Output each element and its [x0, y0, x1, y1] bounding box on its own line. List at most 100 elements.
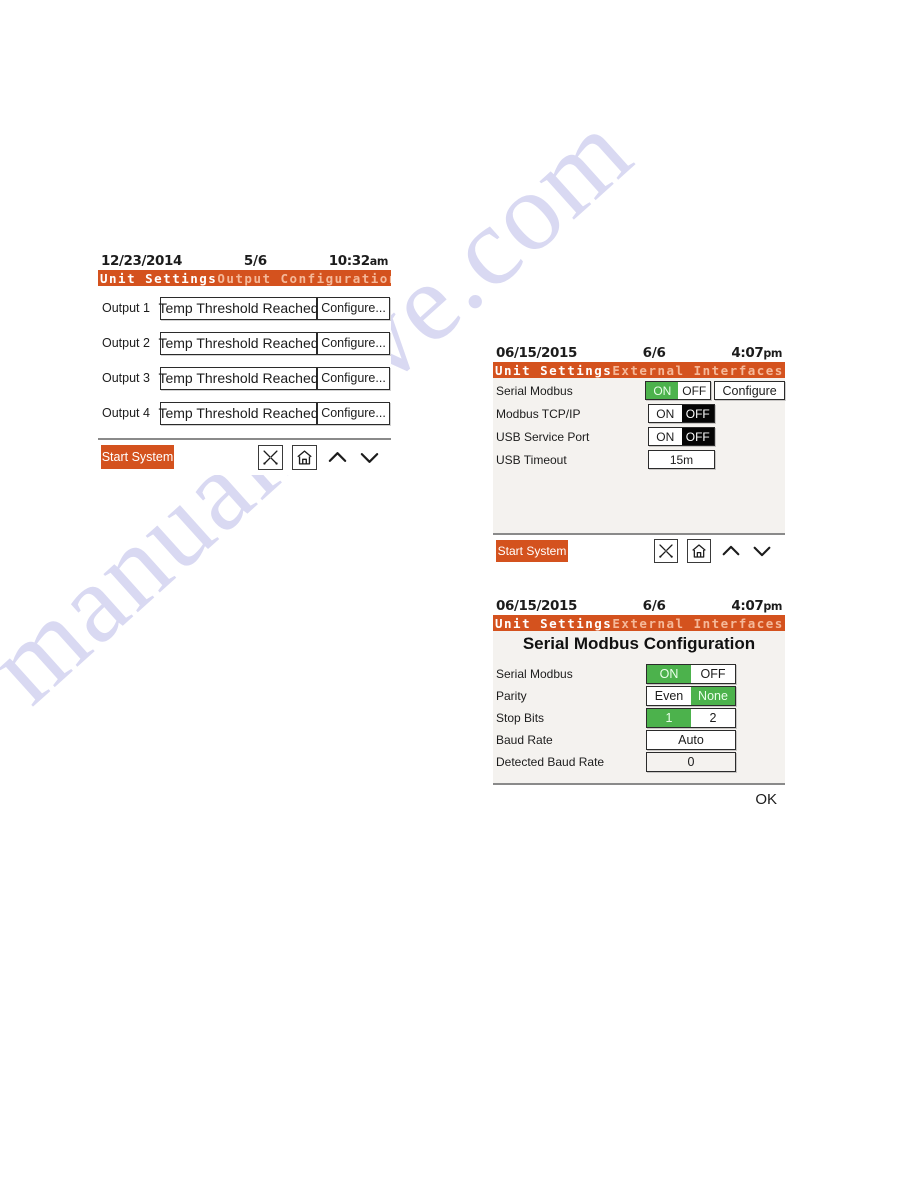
footer-divider — [493, 783, 785, 785]
detected-baud-rate-value: 0 — [646, 751, 736, 772]
title-menu-name: Unit Settings — [495, 615, 613, 631]
status-date: 12/23/2014 — [101, 253, 183, 269]
status-date: 06/15/2015 — [496, 598, 578, 614]
screen-serial-modbus-configuration: 06/15/2015 6/6 4:07pm Unit Settings Exte… — [493, 598, 785, 810]
status-bar: 12/23/2014 5/6 10:32am — [98, 253, 391, 270]
table-row: Parity Even None — [493, 685, 785, 706]
output-3-configure-button[interactable]: Configure... — [317, 366, 390, 390]
title-menu-name: Unit Settings — [495, 362, 613, 378]
screen-content: Serial Modbus ON OFF Configure Modbus TC… — [493, 378, 786, 533]
table-row: Modbus TCP/IP ON OFF — [493, 403, 785, 424]
table-row: USB Service Port ON OFF — [493, 426, 785, 447]
modbus-tcpip-on-option[interactable]: ON — [649, 405, 682, 422]
serial-modbus-toggle[interactable]: ON OFF — [646, 663, 736, 684]
status-bar: 06/15/2015 6/6 4:07pm — [493, 345, 785, 362]
status-time: 10:32am — [328, 253, 389, 269]
output-4-configure-button[interactable]: Configure... — [317, 401, 390, 425]
title-screen-name: External Interfaces — [612, 615, 784, 631]
output-2-function-field[interactable]: Temp Threshold Reached — [158, 331, 319, 355]
output-2-label: Output 2 — [102, 336, 150, 350]
title-screen-name: Output Configuration — [217, 270, 391, 286]
baud-rate-label: Baud Rate — [496, 732, 553, 747]
usb-timeout-label: USB Timeout — [496, 452, 567, 467]
output-3-label: Output 3 — [102, 371, 150, 385]
footer-bar: Start System — [98, 440, 391, 474]
serial-modbus-label: Serial Modbus — [496, 383, 573, 398]
page-title: Serial Modbus Configuration — [522, 634, 756, 653]
chevron-up-icon[interactable] — [720, 540, 742, 562]
serial-modbus-off-option[interactable]: OFF — [678, 382, 711, 399]
start-system-button[interactable]: Start System — [496, 540, 568, 562]
usb-service-port-on-option[interactable]: ON — [649, 428, 682, 445]
title-bar: Unit Settings Output Configuration — [98, 270, 391, 286]
status-page-indicator: 5/6 — [243, 253, 267, 269]
nav-icon-group — [654, 539, 773, 563]
title-screen-name: External Interfaces — [612, 362, 784, 378]
home-icon[interactable] — [687, 539, 711, 563]
status-time: 4:07pm — [731, 345, 782, 361]
usb-service-port-toggle[interactable]: ON OFF — [648, 427, 715, 446]
serial-modbus-toggle[interactable]: ON OFF — [645, 381, 712, 400]
tools-icon[interactable] — [654, 539, 678, 563]
title-bar: Unit Settings External Interfaces — [493, 362, 785, 378]
footer-bar: Start System — [493, 535, 785, 567]
serial-modbus-on-option[interactable]: ON — [647, 664, 691, 683]
table-row: Output 4 Temp Threshold Reached Configur… — [98, 400, 391, 426]
status-time: 4:07pm — [731, 598, 782, 614]
table-row: Stop Bits 1 2 — [493, 707, 785, 728]
chevron-up-icon[interactable] — [326, 446, 349, 469]
status-bar: 06/15/2015 6/6 4:07pm — [493, 598, 785, 615]
output-1-label: Output 1 — [102, 301, 150, 315]
chevron-down-icon[interactable] — [751, 540, 773, 562]
serial-modbus-off-option[interactable]: OFF — [691, 664, 735, 683]
stop-bits-label: Stop Bits — [496, 710, 545, 725]
screen-content: Serial Modbus Configuration Serial Modbu… — [493, 631, 785, 783]
status-date: 06/15/2015 — [496, 345, 578, 361]
title-bar: Unit Settings External Interfaces — [493, 615, 785, 631]
parity-toggle[interactable]: Even None — [646, 685, 736, 706]
serial-modbus-on-option[interactable]: ON — [646, 382, 679, 399]
screen-content: Output 1 Temp Threshold Reached Configur… — [98, 286, 391, 438]
modbus-tcpip-off-option[interactable]: OFF — [681, 405, 714, 422]
output-2-configure-button[interactable]: Configure... — [317, 331, 390, 355]
table-row: Output 1 Temp Threshold Reached Configur… — [98, 295, 391, 321]
baud-rate-field[interactable]: Auto — [646, 729, 736, 750]
output-4-function-field[interactable]: Temp Threshold Reached — [158, 401, 319, 425]
parity-label: Parity — [496, 688, 527, 703]
table-row: Serial Modbus ON OFF Configure — [493, 380, 786, 401]
ok-button[interactable]: OK — [755, 791, 777, 808]
table-row: Serial Modbus ON OFF — [493, 663, 785, 684]
parity-even-option[interactable]: Even — [647, 686, 691, 705]
screen-external-interfaces: 06/15/2015 6/6 4:07pm Unit Settings Exte… — [493, 345, 786, 567]
stop-bits-toggle[interactable]: 1 2 — [646, 707, 736, 728]
table-row: Detected Baud Rate 0 — [493, 751, 785, 772]
table-row: Baud Rate Auto — [493, 729, 785, 750]
modbus-tcpip-toggle[interactable]: ON OFF — [648, 404, 715, 423]
usb-timeout-field[interactable]: 15m — [648, 450, 715, 469]
usb-service-port-label: USB Service Port — [496, 429, 590, 444]
screen-output-configuration: 12/23/2014 5/6 10:32am Unit Settings Out… — [98, 253, 391, 475]
stop-bits-2-option[interactable]: 2 — [691, 708, 735, 727]
serial-modbus-label: Serial Modbus — [496, 666, 573, 681]
output-1-configure-button[interactable]: Configure... — [317, 296, 390, 320]
status-page-indicator: 6/6 — [642, 598, 666, 614]
table-row: USB Timeout 15m — [493, 449, 785, 470]
output-3-function-field[interactable]: Temp Threshold Reached — [158, 366, 319, 390]
tools-icon[interactable] — [258, 444, 283, 470]
output-1-function-field[interactable]: Temp Threshold Reached — [158, 296, 319, 320]
table-row: Output 3 Temp Threshold Reached Configur… — [98, 365, 391, 391]
stop-bits-1-option[interactable]: 1 — [647, 708, 691, 727]
nav-icon-group — [258, 444, 381, 470]
output-4-label: Output 4 — [102, 406, 150, 420]
start-system-button[interactable]: Start System — [101, 445, 174, 469]
parity-none-option[interactable]: None — [691, 686, 735, 705]
table-row: Output 2 Temp Threshold Reached Configur… — [98, 330, 391, 356]
usb-service-port-off-option[interactable]: OFF — [681, 428, 714, 445]
chevron-down-icon[interactable] — [358, 446, 381, 469]
modbus-tcpip-label: Modbus TCP/IP — [496, 406, 581, 421]
status-page-indicator: 6/6 — [642, 345, 666, 361]
home-icon[interactable] — [292, 444, 317, 470]
detected-baud-rate-label: Detected Baud Rate — [496, 754, 605, 769]
title-menu-name: Unit Settings — [100, 270, 218, 286]
serial-modbus-configure-button[interactable]: Configure — [714, 381, 786, 400]
